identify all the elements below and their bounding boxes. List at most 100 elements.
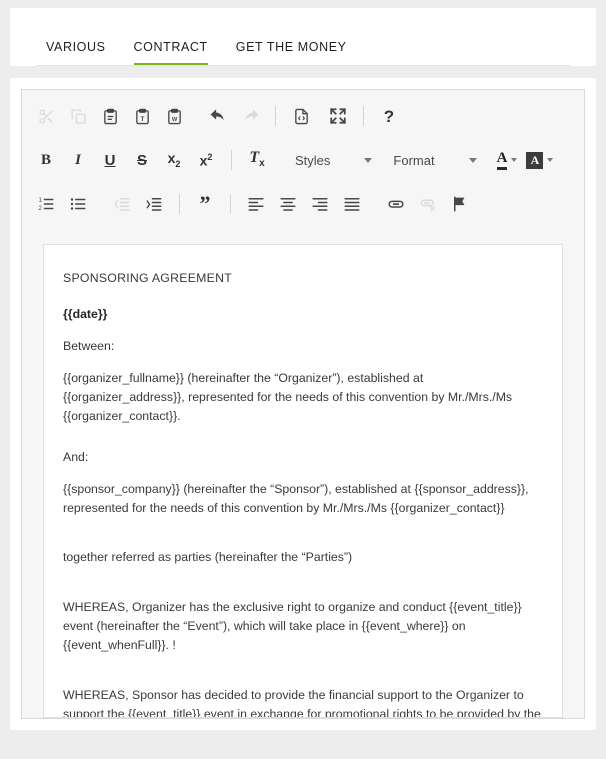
question-mark-icon: ?	[383, 106, 395, 126]
tabs-card: VARIOUS CONTRACT GET THE MONEY	[10, 8, 596, 66]
strikethrough-icon: S	[136, 151, 147, 169]
quote-icon: ”	[199, 191, 211, 216]
background-color-icon: A	[526, 151, 544, 169]
tab-bar: VARIOUS CONTRACT GET THE MONEY	[10, 8, 596, 66]
document-title: SPONSORING AGREEMENT	[63, 271, 232, 285]
format-dropdown[interactable]: Format	[383, 145, 482, 175]
toolbar-separator	[179, 194, 180, 214]
toolbar-separator	[231, 150, 232, 170]
scissors-icon	[38, 108, 55, 125]
numbered-list-button[interactable]: 1 2	[30, 189, 62, 219]
editor-card: T W ? B I U S x2 x2 Tx Styles Format A A…	[10, 78, 596, 730]
underline-button[interactable]: U	[94, 145, 126, 175]
redo-arrow-icon	[241, 107, 260, 126]
tab-contract[interactable]: CONTRACT	[133, 40, 208, 66]
toolbar-separator	[230, 194, 231, 214]
flag-icon	[451, 195, 469, 213]
align-center-button[interactable]	[272, 189, 304, 219]
and-label: And:	[63, 450, 89, 464]
justify-button[interactable]	[336, 189, 368, 219]
align-left-icon	[247, 195, 265, 213]
strikethrough-button[interactable]: S	[126, 145, 158, 175]
decrease-indent-button[interactable]	[106, 189, 138, 219]
undo-arrow-icon	[209, 107, 228, 126]
editor-toolbar: T W ? B I U S x2 x2 Tx Styles Format A A…	[22, 90, 584, 230]
paste-button[interactable]	[94, 101, 126, 131]
increase-indent-button[interactable]	[138, 189, 170, 219]
toolbar-separator	[275, 106, 276, 126]
editor-content-area: SPONSORING AGREEMENT {{date}} Between: {…	[22, 230, 584, 718]
blockquote-button[interactable]: ”	[189, 189, 221, 219]
background-color-button[interactable]: A	[524, 145, 555, 175]
copy-button[interactable]	[62, 101, 94, 131]
anchor-button[interactable]	[444, 189, 476, 219]
subscript-button[interactable]: x2	[158, 145, 190, 175]
styles-dropdown[interactable]: Styles	[285, 145, 378, 175]
tab-get-the-money[interactable]: GET THE MONEY	[236, 40, 347, 66]
whereas-sponsor-paragraph: WHEREAS, Sponsor has decided to provide …	[63, 688, 541, 718]
toolbar-separator	[363, 106, 364, 126]
bold-button[interactable]: B	[30, 145, 62, 175]
remove-format-button[interactable]: Tx	[241, 145, 273, 175]
chevron-down-icon	[511, 158, 518, 162]
clipboard-word-icon: W	[166, 108, 183, 125]
indent-icon	[145, 195, 163, 213]
unlink-icon	[419, 195, 437, 213]
styles-dropdown-label: Styles	[295, 152, 331, 168]
source-button[interactable]	[285, 101, 317, 131]
clipboard-text-icon: T	[134, 108, 151, 125]
link-button[interactable]	[380, 189, 412, 219]
underline-icon: U	[104, 151, 116, 169]
toolbar-row-paragraph: 1 2 ”	[30, 182, 576, 226]
svg-text:2: 2	[39, 206, 43, 212]
svg-text:W: W	[171, 116, 177, 122]
undo-button[interactable]	[202, 101, 234, 131]
justify-icon	[343, 195, 361, 213]
whereas-organizer-paragraph: WHEREAS, Organizer has the exclusive rig…	[63, 600, 522, 652]
tab-bar-divider	[36, 65, 570, 66]
format-dropdown-label: Format	[393, 152, 435, 168]
bulleted-list-icon	[69, 195, 87, 213]
sponsor-paragraph: {{sponsor_company}} (hereinafter the “Sp…	[63, 482, 529, 515]
parties-paragraph: together referred as parties (hereinafte…	[63, 550, 353, 564]
organizer-paragraph: {{organizer_fullname}} (hereinafter the …	[63, 371, 513, 423]
svg-text:1: 1	[39, 198, 43, 204]
redo-button[interactable]	[234, 101, 266, 131]
align-right-button[interactable]	[304, 189, 336, 219]
italic-icon: I	[75, 151, 81, 168]
paste-as-plain-text-button[interactable]: T	[126, 101, 158, 131]
maximize-icon	[329, 107, 347, 125]
chevron-down-icon	[468, 157, 477, 163]
toolbar-row-text-format: B I U S x2 x2 Tx Styles Format A A	[30, 138, 576, 182]
svg-text:T: T	[140, 115, 144, 122]
align-right-icon	[311, 195, 329, 213]
document-body[interactable]: SPONSORING AGREEMENT {{date}} Between: {…	[43, 244, 563, 718]
numbered-list-icon: 1 2	[37, 195, 55, 213]
clipboard-icon	[102, 108, 119, 125]
chevron-down-icon	[364, 157, 373, 163]
maximize-button[interactable]	[322, 101, 354, 131]
remove-format-icon: Tx	[249, 149, 265, 170]
unlink-button[interactable]	[412, 189, 444, 219]
superscript-button[interactable]: x2	[190, 145, 222, 175]
text-color-icon: A	[496, 150, 508, 170]
bulleted-list-button[interactable]	[62, 189, 94, 219]
link-icon	[387, 195, 405, 213]
cut-button[interactable]	[30, 101, 62, 131]
superscript-icon: x2	[199, 151, 213, 169]
chevron-down-icon	[547, 158, 554, 162]
help-button[interactable]: ?	[373, 101, 405, 131]
between-label: Between:	[63, 339, 115, 353]
copy-icon	[70, 108, 87, 125]
text-color-button[interactable]: A	[495, 145, 520, 175]
paste-from-word-button[interactable]: W	[158, 101, 190, 131]
subscript-icon: x2	[167, 150, 181, 169]
date-placeholder: {{date}}	[63, 307, 108, 321]
bold-icon: B	[40, 151, 51, 168]
toolbar-row-clipboard: T W ?	[30, 94, 576, 138]
align-left-button[interactable]	[240, 189, 272, 219]
source-code-icon	[293, 108, 310, 125]
rich-text-editor: T W ? B I U S x2 x2 Tx Styles Format A A…	[21, 89, 585, 719]
tab-various[interactable]: VARIOUS	[46, 40, 106, 66]
italic-button[interactable]: I	[62, 145, 94, 175]
